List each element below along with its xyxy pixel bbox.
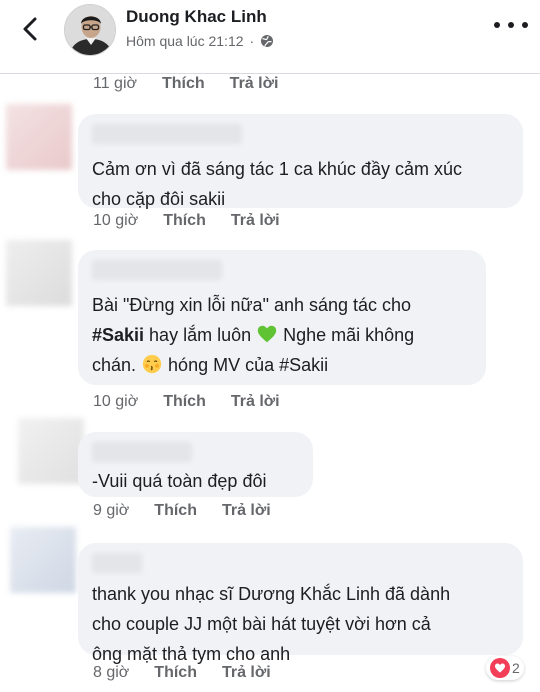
comment-time: 10 giờ <box>93 212 139 229</box>
comment-text-line: Bài "Đừng xin lỗi nữa" anh sáng tác cho <box>92 295 412 315</box>
comment-bubble: Bài "Đừng xin lỗi nữa" anh sáng tác cho … <box>78 250 486 385</box>
comment-bubble: thank you nhạc sĩ Dương Khắc Linh đã dàn… <box>78 543 523 664</box>
comment-bubble: Cảm ơn vì đã sáng tác 1 ca khúc đầy cảm … <box>78 114 523 209</box>
commenter-avatar[interactable] <box>6 104 72 170</box>
comment-text-line: hay lắm luôn <box>144 325 257 345</box>
comment-actions: 8 giờ Thích Trả lời <box>93 664 296 682</box>
commenter-name-blurred <box>92 124 242 144</box>
reaction-summary[interactable]: 2 <box>486 656 524 680</box>
commenter-name-blurred <box>92 442 192 462</box>
author-name[interactable]: Duong Khac Linh <box>126 7 267 27</box>
heart-icon <box>490 658 510 678</box>
post-header: Duong Khac Linh Hôm qua lúc 21:12 · <box>0 0 540 74</box>
comment-text: -Vuii quá toàn đẹp đôi <box>92 471 267 491</box>
more-options-button[interactable] <box>494 14 528 36</box>
comment-text: thank you nhạc sĩ Dương Khắc Linh đã dàn… <box>92 584 451 664</box>
globe-icon <box>261 35 274 47</box>
like-button[interactable]: Thích <box>154 502 197 520</box>
green-heart-emoji <box>257 325 277 343</box>
comment-time: 8 giờ <box>93 664 130 681</box>
comment-text-line: chán. <box>92 355 142 375</box>
kissing-face-emoji <box>142 354 162 374</box>
commenter-avatar[interactable] <box>18 418 84 484</box>
author-photo <box>65 5 115 55</box>
post-meta: Hôm qua lúc 21:12 · <box>126 33 274 49</box>
like-button[interactable]: Thích <box>162 75 205 93</box>
comment-time: 9 giờ <box>93 502 130 519</box>
commenter-avatar[interactable] <box>6 240 72 306</box>
commenter-name-blurred <box>92 553 142 573</box>
commenter-name-blurred <box>92 260 222 280</box>
comment-time: 10 giờ <box>93 393 139 410</box>
comment-text: Bài "Đừng xin lỗi nữa" anh sáng tác cho … <box>92 290 472 380</box>
comment-text-line: Nghe mãi không <box>278 325 415 345</box>
comment-bubble: -Vuii quá toàn đẹp đôi <box>78 432 313 497</box>
back-button[interactable] <box>16 14 46 44</box>
reply-button[interactable]: Trả lời <box>230 75 279 93</box>
reply-button[interactable]: Trả lời <box>231 212 280 230</box>
comment-text: Cảm ơn vì đã sáng tác 1 ca khúc đầy cảm … <box>92 159 462 209</box>
author-avatar[interactable] <box>64 4 116 56</box>
more-dots-icon <box>494 22 500 28</box>
like-button[interactable]: Thích <box>163 212 206 230</box>
chevron-left-icon <box>23 17 37 41</box>
comment-actions: 10 giờ Thích Trả lời <box>93 212 305 230</box>
hashtag-link[interactable]: #Sakii <box>92 325 144 345</box>
reply-button[interactable]: Trả lời <box>231 393 280 411</box>
comment-time: 11 giờ <box>93 75 137 92</box>
like-button[interactable]: Thích <box>163 393 206 411</box>
comment-text-line: hóng MV của #Sakii <box>163 355 329 375</box>
post-time: Hôm qua lúc 21:12 <box>126 33 244 49</box>
reply-button[interactable]: Trả lời <box>222 502 271 520</box>
like-button[interactable]: Thích <box>154 664 197 682</box>
commenter-avatar[interactable] <box>10 527 76 593</box>
comment-actions: 9 giờ Thích Trả lời <box>93 502 296 520</box>
comment-actions: 10 giờ Thích Trả lời <box>93 393 305 411</box>
reaction-count: 2 <box>512 660 520 676</box>
previous-comment-actions: 11 giờ Thích Trả lời <box>93 75 303 93</box>
reply-button[interactable]: Trả lời <box>222 664 271 682</box>
